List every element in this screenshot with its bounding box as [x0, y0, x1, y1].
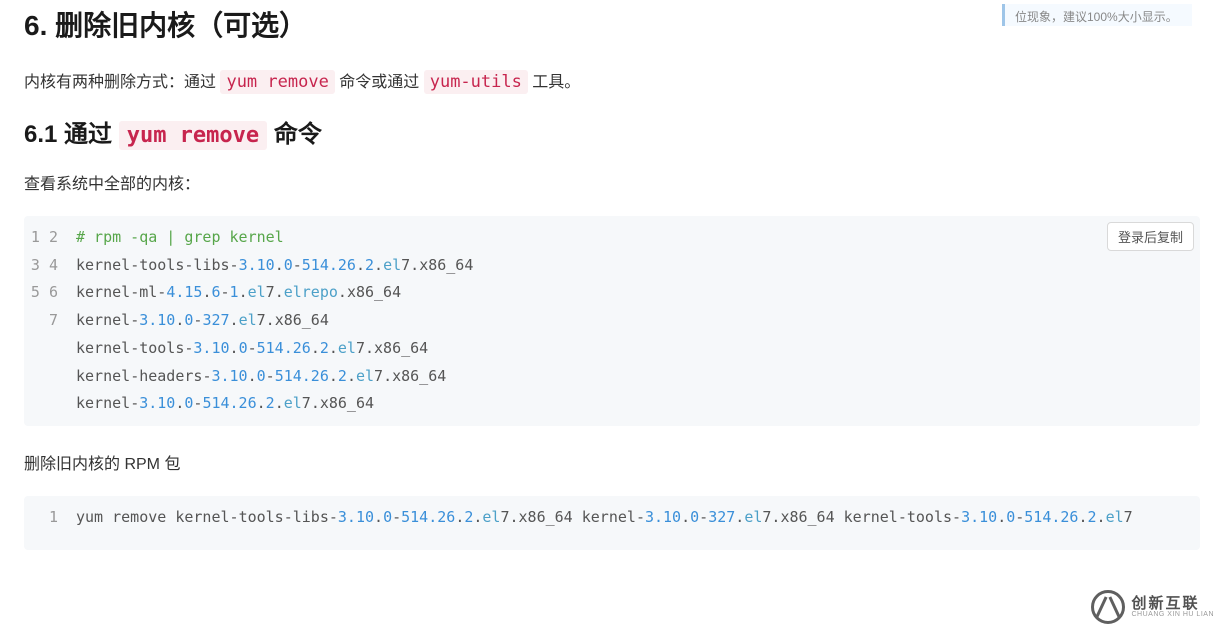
code-content[interactable]: yum remove kernel-tools-libs-3.10.0-514.…	[76, 504, 1200, 542]
line-number-gutter: 1 2 3 4 5 6 7	[24, 224, 76, 418]
brand-name-cn: 创新互联	[1131, 596, 1214, 611]
intro-text: 命令或通过	[339, 74, 423, 91]
intro-text: 工具。	[532, 74, 580, 91]
subsection-title-pre: 6.1 通过	[24, 121, 119, 148]
code-block-list-kernels: 登录后复制 1 2 3 4 5 6 7 # rpm -qa | grep ker…	[24, 216, 1200, 426]
inline-code-yum-remove: yum remove	[119, 121, 267, 150]
brand-logo-icon	[1091, 590, 1125, 624]
intro-paragraph: 内核有两种删除方式：通过 yum remove 命令或通过 yum-utils …	[24, 69, 1200, 96]
intro-text: 内核有两种删除方式：通过	[24, 74, 220, 91]
inline-code-yum-remove: yum remove	[220, 70, 334, 94]
brand-name-en: CHUANG XIN HU LIAN	[1131, 611, 1214, 618]
brand-watermark: 创新互联 CHUANG XIN HU LIAN	[1091, 590, 1214, 624]
subsection-title: 6.1 通过 yum remove 命令	[24, 116, 1200, 154]
code-block-yum-remove: 1 yum remove kernel-tools-libs-3.10.0-51…	[24, 496, 1200, 550]
copy-button[interactable]: 登录后复制	[1107, 222, 1194, 251]
inline-code-yum-utils: yum-utils	[424, 70, 528, 94]
side-note-banner: 位现象，建议100%大小显示。	[1002, 4, 1192, 26]
subsection-title-post: 命令	[274, 121, 322, 148]
code-content[interactable]: # rpm -qa | grep kernel kernel-tools-lib…	[76, 224, 1200, 418]
para-delete-rpm: 删除旧内核的 RPM 包	[24, 452, 1200, 478]
line-number-gutter: 1	[24, 504, 76, 542]
lead-paragraph: 查看系统中全部的内核：	[24, 172, 1200, 198]
